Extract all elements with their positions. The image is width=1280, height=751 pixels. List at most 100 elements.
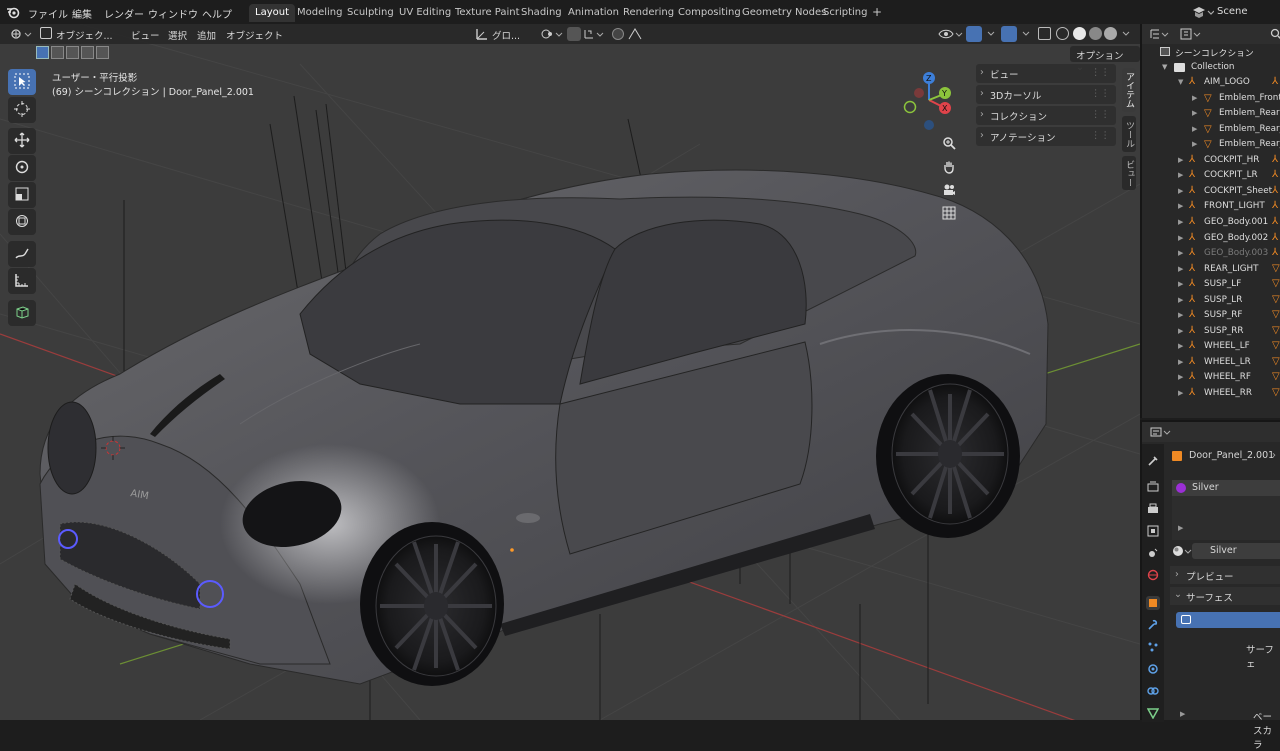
transform-orientation-dropdown[interactable]: グロ... (492, 28, 520, 42)
panel-3d-cursor[interactable]: › 3Dカーソル ⋮⋮ (976, 85, 1116, 104)
expand-arrow-icon[interactable]: ▶ (1180, 710, 1185, 718)
outliner-item[interactable]: ▶ ⅄ WHEEL_RR ▽ (1142, 386, 1280, 402)
add-workspace-button[interactable]: + (866, 2, 888, 20)
wireframe-shading-icon[interactable] (1056, 27, 1069, 40)
outliner-item[interactable]: ▶ ⅄ SUSP_RR ▽ (1142, 324, 1280, 340)
select-invert-icon[interactable] (81, 46, 94, 59)
material-slot-row[interactable]: Silver (1172, 480, 1280, 496)
collapse-arrow-icon[interactable]: ▶ (1178, 327, 1183, 335)
collapse-arrow-icon[interactable]: ▶ (1192, 109, 1197, 117)
expand-arrow-icon[interactable]: ▶ (1178, 524, 1183, 532)
tab-view[interactable]: ビュー (1122, 156, 1136, 190)
3d-viewport[interactable]: AIM オブジェク... ビュー 選択 追加 オブジェクト グロ... オプショ… (0, 24, 1140, 720)
collapse-arrow-icon[interactable]: ▶ (1178, 296, 1183, 304)
preview-panel[interactable]: › プレビュー (1170, 566, 1280, 584)
annotate-tool[interactable] (8, 241, 36, 267)
surface-panel[interactable]: ⌄ サーフェス (1170, 587, 1280, 605)
outliner-item[interactable]: ▶ ▽ Emblem_Front (1142, 91, 1280, 107)
collapse-arrow-icon[interactable]: ▶ (1192, 140, 1197, 148)
collapse-arrow-icon[interactable]: ▶ (1178, 234, 1183, 242)
pivot-point-icon[interactable] (540, 28, 564, 43)
options-button[interactable]: オプション ⌄ (1070, 46, 1140, 73)
snap-toggle-icon[interactable] (567, 27, 581, 41)
collapse-arrow-icon[interactable]: ▶ (1178, 358, 1183, 366)
outliner-item[interactable]: ▶ ⅄ SUSP_LF ▽ (1142, 277, 1280, 293)
outliner-scene-collection[interactable]: シーンコレクション (1142, 44, 1280, 60)
outliner-item[interactable]: ▶ ⅄ GEO_Body.003 ⅄ (1142, 246, 1280, 262)
render-tab-icon[interactable] (1146, 480, 1160, 494)
cursor-tool[interactable] (8, 97, 36, 123)
editor-type-icon[interactable] (10, 28, 32, 43)
constraints-tab-icon[interactable] (1146, 684, 1160, 698)
data-tab-icon[interactable] (1146, 706, 1160, 720)
blender-logo-icon[interactable] (6, 5, 20, 19)
select-intersect-icon[interactable] (96, 46, 109, 59)
gizmo-dropdown-icon[interactable] (986, 29, 996, 42)
outliner-item[interactable]: ▶ ⅄ COCKPIT_LR ⅄ (1142, 168, 1280, 184)
outliner-item[interactable]: ▶ ⅄ SUSP_LR ▽ (1142, 293, 1280, 309)
falloff-icon[interactable] (628, 28, 642, 43)
select-extend-icon[interactable] (51, 46, 64, 59)
select-subtract-icon[interactable] (66, 46, 79, 59)
perspective-toggle-button[interactable] (938, 203, 960, 225)
shading-dropdown-icon[interactable] (1121, 29, 1131, 42)
transform-tool[interactable] (8, 209, 36, 235)
tab-item[interactable]: アイテム (1122, 68, 1136, 112)
view-layer-tab-icon[interactable] (1146, 524, 1160, 538)
collapse-arrow-icon[interactable]: ▶ (1178, 187, 1183, 195)
outliner-item[interactable]: ▶ ⅄ WHEEL_RF ▽ (1142, 370, 1280, 386)
tab-uv-editing[interactable]: UV Editing (393, 4, 457, 22)
pan-button[interactable] (938, 157, 960, 179)
tab-modeling[interactable]: Modeling (291, 4, 349, 22)
panel-collection[interactable]: › コレクション ⋮⋮ (976, 106, 1116, 125)
outliner-item[interactable]: ▶ ⅄ GEO_Body.001 ⅄ (1142, 215, 1280, 231)
overlay-dropdown-icon[interactable] (1021, 29, 1031, 42)
modifier-tab-icon[interactable] (1146, 618, 1160, 632)
select-new-icon[interactable] (36, 46, 49, 59)
outliner-item[interactable]: ▶ ▽ Emblem_Rear (1142, 106, 1280, 122)
properties-editor[interactable]: Door_Panel_2.001 › Silver ▶ Silver › プレビ… (1140, 420, 1280, 751)
menu-render[interactable]: レンダー (104, 6, 144, 21)
overlay-toggle-icon[interactable] (1001, 26, 1017, 42)
particles-tab-icon[interactable] (1146, 640, 1160, 654)
menu-select[interactable]: 選択 (168, 28, 187, 42)
collapse-arrow-icon[interactable]: ▶ (1178, 389, 1183, 397)
snap-target-icon[interactable] (584, 28, 606, 43)
tool-tab-icon[interactable] (1146, 454, 1160, 468)
outliner-editor-icon[interactable] (1150, 28, 1170, 43)
solid-shading-icon[interactable] (1073, 27, 1086, 40)
tab-rendering[interactable]: Rendering (617, 4, 680, 22)
outliner-item[interactable]: ▶ ⅄ FRONT_LIGHT ⅄ (1142, 199, 1280, 215)
menu-object[interactable]: オブジェクト (226, 28, 283, 42)
collapse-arrow-icon[interactable]: ▶ (1178, 265, 1183, 273)
add-cube-tool[interactable] (8, 300, 36, 326)
outliner-item[interactable]: ▶ ⅄ REAR_LIGHT ▽ (1142, 262, 1280, 278)
output-tab-icon[interactable] (1146, 502, 1160, 516)
outliner-item[interactable]: ▶ ⅄ COCKPIT_HR ⅄ (1142, 153, 1280, 169)
collapse-arrow-icon[interactable]: ▶ (1178, 311, 1183, 319)
material-browse-icon[interactable] (1172, 545, 1194, 560)
menu-edit[interactable]: 編集 (72, 6, 92, 21)
outliner-item[interactable]: ▶ ⅄ GEO_Body.002 ⅄ (1142, 231, 1280, 247)
drag-handle-icon[interactable]: ⋮⋮ (1091, 109, 1110, 120)
search-icon[interactable] (1270, 28, 1280, 43)
material-name-field[interactable]: Silver (1192, 543, 1280, 559)
outliner-collection[interactable]: ▼ Collection (1142, 60, 1280, 76)
zoom-button[interactable] (938, 133, 960, 155)
scene-icon[interactable] (1192, 6, 1215, 18)
visibility-icon[interactable] (938, 27, 964, 44)
proportional-edit-icon[interactable] (612, 28, 624, 40)
collapse-arrow-icon[interactable]: ▶ (1178, 202, 1183, 210)
outliner-item[interactable]: ▶ ▽ Emblem_Rear_L (1142, 122, 1280, 138)
scene-selector[interactable]: Scene (1217, 6, 1248, 17)
panel-annotation[interactable]: › アノテーション ⋮⋮ (976, 127, 1116, 146)
collapse-arrow-icon[interactable]: ▶ (1192, 94, 1197, 102)
drag-handle-icon[interactable]: ⋮⋮ (1091, 88, 1110, 99)
drag-handle-icon[interactable]: ⋮⋮ (1091, 130, 1110, 141)
panel-view[interactable]: › ビュー ⋮⋮ (976, 64, 1116, 83)
drag-handle-icon[interactable]: ⋮⋮ (1091, 67, 1110, 78)
menu-file[interactable]: ファイル (28, 6, 68, 21)
physics-tab-icon[interactable] (1146, 662, 1160, 676)
collapse-arrow-icon[interactable]: ▶ (1178, 218, 1183, 226)
tab-shading[interactable]: Shading (515, 4, 568, 22)
